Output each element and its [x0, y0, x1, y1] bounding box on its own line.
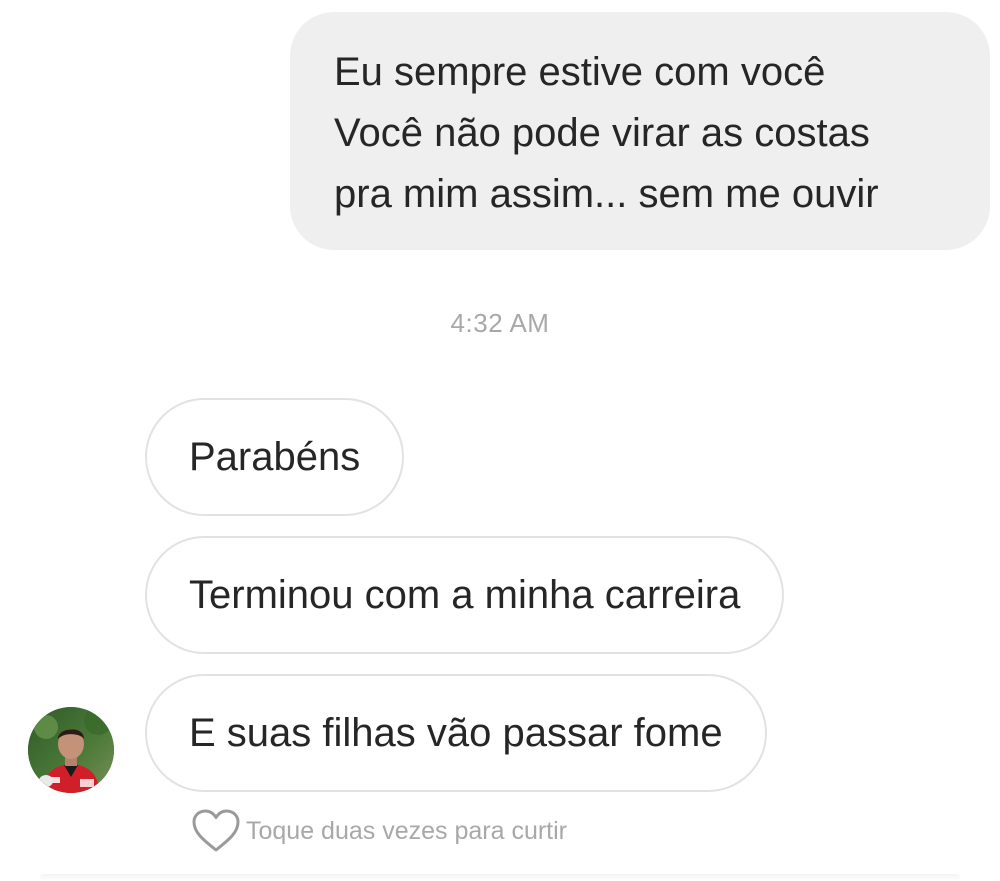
like-hint-text: Toque duas vezes para curtir — [246, 816, 568, 845]
received-message-bubble[interactable]: E suas filhas vão passar fome — [145, 674, 767, 792]
sent-message-line: pra mim assim... sem me ouvir — [334, 172, 879, 216]
avatar-image — [28, 707, 114, 793]
received-message-text: Terminou com a minha carreira — [189, 572, 741, 617]
sent-message-line: Você não pode virar as costas — [334, 111, 870, 155]
sent-message-line: Eu sempre estive com você — [334, 50, 826, 94]
avatar[interactable] — [28, 707, 114, 793]
received-message-text: E suas filhas vão passar fome — [189, 710, 723, 755]
message-timestamp: 4:32 AM — [450, 308, 550, 338]
heart-outline-icon[interactable] — [190, 808, 242, 854]
like-hint[interactable]: Toque duas vezes para curtir — [190, 808, 567, 854]
received-message-bubble[interactable]: Parabéns — [145, 398, 405, 516]
received-message-bubble[interactable]: Terminou com a minha carreira — [145, 536, 785, 654]
sent-message-bubble[interactable]: Eu sempre estive com você Você não pode … — [290, 12, 990, 250]
received-message-text: Parabéns — [189, 434, 361, 479]
composer-edge — [40, 874, 960, 881]
